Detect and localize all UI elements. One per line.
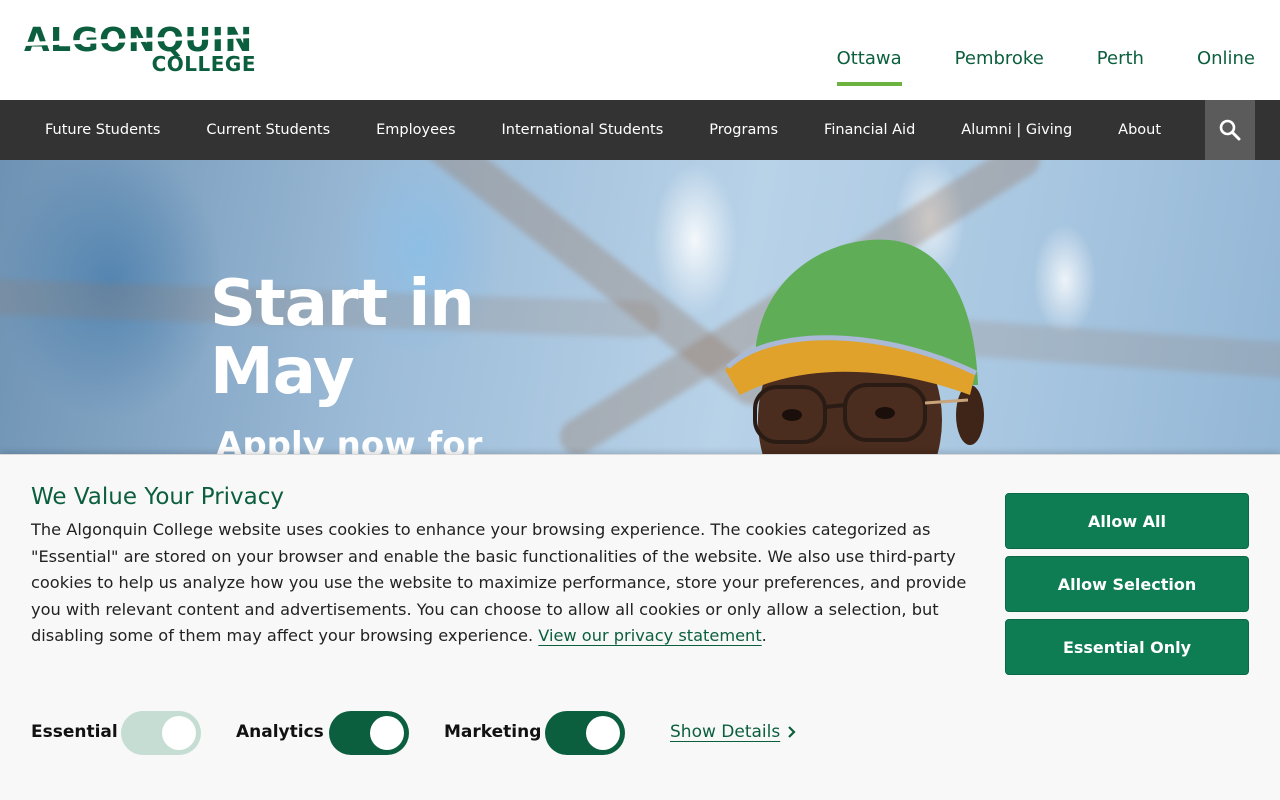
cookie-consent-banner: We Value Your Privacy The Algonquin Coll… xyxy=(0,454,1280,800)
nav-item-future-students[interactable]: Future Students xyxy=(45,100,160,160)
hero-title-line2: May xyxy=(210,335,355,409)
search-button[interactable] xyxy=(1205,100,1255,160)
nav-item-current-students[interactable]: Current Students xyxy=(206,100,330,160)
campus-link-pembroke[interactable]: Pembroke xyxy=(955,46,1044,86)
nav-item-international-students[interactable]: International Students xyxy=(502,100,664,160)
nav-item-financial-aid[interactable]: Financial Aid xyxy=(824,100,915,160)
cookie-link-suffix: . xyxy=(761,626,767,645)
campus-link-perth[interactable]: Perth xyxy=(1097,46,1144,86)
show-details-link[interactable]: Show Details xyxy=(670,721,780,743)
campus-link-ottawa[interactable]: Ottawa xyxy=(836,46,902,86)
nav-item-programs[interactable]: Programs xyxy=(709,100,778,160)
analytics-toggle-label: Analytics xyxy=(236,722,324,742)
main-nav: Future Students Current Students Employe… xyxy=(0,100,1280,160)
essential-toggle xyxy=(121,711,201,755)
algonquin-college-logo[interactable]: ALGONQUIN COLLEGE xyxy=(24,22,256,78)
toggle-knob xyxy=(162,716,196,750)
campus-nav: Ottawa Pembroke Perth Online xyxy=(836,46,1255,86)
essential-only-button[interactable]: Essential Only xyxy=(1005,619,1249,675)
allow-all-button[interactable]: Allow All xyxy=(1005,493,1249,549)
cookie-title: We Value Your Privacy xyxy=(31,484,285,510)
chevron-right-icon[interactable] xyxy=(786,725,798,739)
allow-selection-button[interactable]: Allow Selection xyxy=(1005,556,1249,612)
essential-toggle-label: Essential xyxy=(31,722,118,742)
logo-text-college: COLLEGE xyxy=(151,52,256,76)
privacy-statement-link[interactable]: View our privacy statement xyxy=(538,626,761,645)
marketing-toggle[interactable] xyxy=(545,711,625,755)
hero-title-line1: Start in xyxy=(210,267,475,341)
marketing-toggle-label: Marketing xyxy=(444,722,542,742)
nav-item-alumni-giving[interactable]: Alumni | Giving xyxy=(961,100,1072,160)
hero-title: Start in May xyxy=(210,267,475,409)
site-header: ALGONQUIN COLLEGE Ottawa Pembroke Perth … xyxy=(0,0,1280,100)
toggle-knob xyxy=(586,716,620,750)
cookie-description: The Algonquin College website uses cooki… xyxy=(31,517,976,650)
nav-item-about[interactable]: About xyxy=(1118,100,1161,160)
cookie-body-text: The Algonquin College website uses cooki… xyxy=(31,520,967,645)
nav-item-employees[interactable]: Employees xyxy=(376,100,455,160)
toggle-knob xyxy=(370,716,404,750)
campus-link-online[interactable]: Online xyxy=(1197,46,1255,86)
search-icon xyxy=(1219,119,1241,141)
analytics-toggle[interactable] xyxy=(329,711,409,755)
